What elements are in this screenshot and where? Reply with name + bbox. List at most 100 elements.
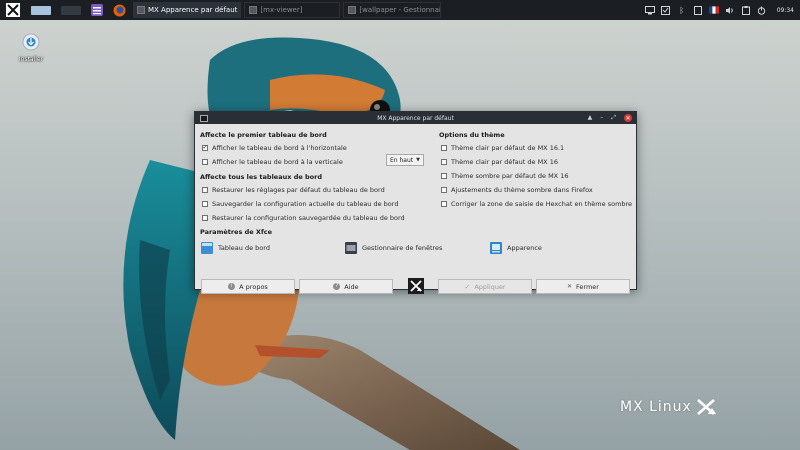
minimize-icon[interactable]: – [600, 114, 603, 122]
apply-button[interactable]: ✓ Appliquer [438, 279, 532, 294]
checkbox-icon[interactable] [202, 187, 208, 193]
desktop-icon-installer[interactable]: Installer [12, 33, 50, 63]
updater-icon[interactable] [661, 5, 671, 15]
section-title-first-panel: Affecte le premier tableau de bord [200, 131, 327, 139]
close-icon: ✕ [567, 283, 573, 290]
bluetooth-icon[interactable]: ᛒ [677, 5, 687, 15]
option-vertical-panel[interactable]: Afficher le tableau de bord à la vertica… [202, 158, 343, 166]
taskbar-item-label: MX Apparence par défaut [148, 6, 238, 14]
option-label: Ajustements du thème sombre dans Firefox [451, 186, 593, 194]
launcher-manager[interactable] [86, 0, 108, 20]
checkbox-icon[interactable] [441, 159, 447, 165]
clock[interactable]: 09:34 [777, 7, 794, 14]
checkbox-checked-icon[interactable]: ✓ [202, 145, 208, 151]
window-controls: ▲ – ⤢ ✕ [588, 114, 636, 122]
checkbox-icon[interactable] [441, 201, 447, 207]
mx-logo-icon [6, 3, 20, 17]
option-theme-dark-16[interactable]: Thème sombre par défaut de MX 16 [441, 172, 568, 180]
installer-icon [22, 33, 40, 51]
checkbox-icon[interactable] [202, 201, 208, 207]
checkbox-icon[interactable] [202, 159, 208, 165]
option-theme-light-161[interactable]: Thème clair par défaut de MX 16.1 [441, 144, 564, 152]
button-label: Fermer [576, 282, 599, 291]
option-firefox-dark-tweaks[interactable]: Ajustements du thème sombre dans Firefox [441, 186, 593, 194]
clipboard-icon[interactable] [741, 5, 751, 15]
option-theme-light-16[interactable]: Thème clair par défaut de MX 16 [441, 158, 558, 166]
appearance-icon [490, 242, 502, 254]
option-label: Sauvegarder la configuration actuelle du… [212, 200, 399, 208]
xfce-item-label: Apparence [507, 244, 542, 252]
top-panel: MX Apparence par défaut [mx-viewer] [wal… [0, 0, 800, 20]
button-label: Aide [344, 282, 359, 291]
system-tray: ᛒ 09:34 [644, 5, 800, 15]
section-title-all-panels: Affecte tous les tableaux de bord [200, 173, 322, 181]
section-title-theme-options: Options du thème [439, 131, 505, 139]
taskbar-item-mx-viewer[interactable]: [mx-viewer] [244, 2, 341, 18]
window-icon [249, 6, 258, 14]
volume-icon[interactable] [725, 5, 735, 15]
option-label: Restaurer la configuration sauvegardée d… [212, 214, 405, 222]
power-icon[interactable] [757, 5, 767, 15]
option-restore-saved-panel[interactable]: Restaurer la configuration sauvegardée d… [202, 214, 405, 222]
keyboard-layout-flag-icon[interactable] [708, 5, 719, 15]
checkbox-icon[interactable] [441, 173, 447, 179]
option-label: Thème clair par défaut de MX 16 [451, 158, 558, 166]
checkbox-icon[interactable] [441, 187, 447, 193]
application-menu-button[interactable] [0, 0, 26, 20]
launcher-firefox[interactable] [108, 0, 130, 20]
option-label: Afficher le tableau de bord à l'horizont… [212, 144, 347, 152]
firefox-icon [113, 4, 125, 16]
button-label: Appliquer [474, 282, 506, 291]
chevron-down-icon: ▼ [416, 157, 420, 163]
mx-logo-icon [697, 399, 716, 415]
checkbox-icon[interactable] [202, 215, 208, 221]
shade-icon[interactable]: ▲ [588, 114, 593, 122]
desktop-icon-label: Installer [18, 56, 44, 63]
option-label: Thème clair par défaut de MX 16.1 [451, 144, 565, 152]
xfce-appearance-settings-button[interactable]: Apparence [490, 242, 542, 254]
help-button[interactable]: ? Aide [299, 279, 393, 294]
option-label: Restaurer les réglages par défaut du tab… [212, 186, 385, 194]
option-restore-default-panel[interactable]: Restaurer les réglages par défaut du tab… [202, 186, 385, 194]
option-horizontal-panel[interactable]: ✓ Afficher le tableau de bord à l'horizo… [202, 144, 347, 152]
button-label: A propos [239, 282, 268, 291]
workspace-1[interactable] [26, 0, 56, 20]
close-button[interactable]: ✕ Fermer [536, 279, 630, 294]
task-manager-icon [91, 4, 103, 16]
close-icon[interactable]: ✕ [624, 114, 632, 122]
display-icon[interactable] [644, 5, 655, 15]
mx-linux-branding: MX Linux [620, 398, 716, 416]
window-titlebar[interactable]: MX Apparence par défaut ▲ – ⤢ ✕ [195, 112, 636, 124]
info-icon: i [228, 283, 236, 290]
option-label: Corriger la zone de saisie de Hexchat en… [451, 200, 633, 208]
taskbar-item-mx-appearance[interactable]: MX Apparence par défaut [133, 2, 242, 18]
xfce-item-label: Tableau de bord [218, 244, 270, 252]
panel-settings-icon [201, 242, 213, 254]
mx-logo-icon [408, 278, 424, 294]
option-save-panel-config[interactable]: Sauvegarder la configuration actuelle du… [202, 200, 398, 208]
window-title: MX Apparence par défaut [377, 114, 454, 122]
maximize-icon[interactable]: ⤢ [611, 114, 616, 122]
option-label: Afficher le tableau de bord à la vertica… [212, 158, 343, 166]
window-manager-icon [345, 242, 357, 254]
network-icon[interactable] [693, 5, 703, 15]
select-value: En haut [390, 156, 414, 164]
brand-text: MX Linux [620, 399, 692, 415]
taskbar-item-label: [wallpaper - Gestionnair... [359, 6, 442, 14]
section-title-xfce-settings: Paramètres de Xfce [200, 228, 273, 236]
checkbox-icon[interactable] [441, 145, 447, 151]
option-hexchat-fix[interactable]: Corriger la zone de saisie de Hexchat en… [441, 200, 632, 208]
help-icon: ? [333, 283, 341, 290]
taskbar-item-label: [mx-viewer] [260, 6, 303, 14]
taskbar-item-wallpaper[interactable]: [wallpaper - Gestionnair... [343, 2, 442, 18]
xfce-panel-settings-button[interactable]: Tableau de bord [201, 242, 270, 254]
xfce-wm-settings-button[interactable]: Gestionnaire de fenêtres [345, 242, 442, 254]
dialog-content: Affecte le premier tableau de bord ✓ Aff… [195, 124, 636, 294]
panel-position-select[interactable]: En haut ▼ [386, 154, 424, 166]
option-label: Thème sombre par défaut de MX 16 [451, 172, 569, 180]
window-icon [348, 6, 357, 14]
mx-appearance-dialog: MX Apparence par défaut ▲ – ⤢ ✕ Affecte … [194, 111, 637, 294]
check-icon: ✓ [464, 282, 471, 291]
about-button[interactable]: i A propos [201, 279, 295, 294]
workspace-2[interactable] [56, 0, 86, 20]
